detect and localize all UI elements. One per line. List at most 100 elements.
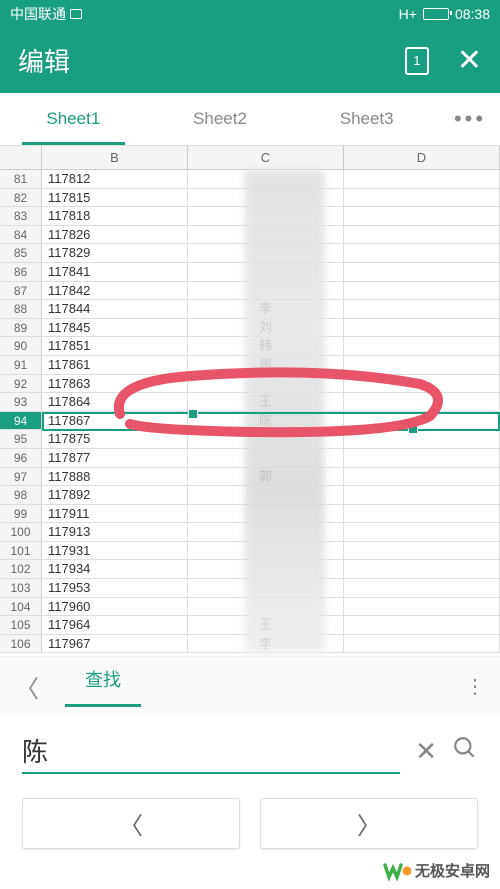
table-row[interactable]: 82117815 bbox=[0, 189, 500, 208]
table-row[interactable]: 90117851韩 bbox=[0, 337, 500, 356]
cell[interactable]: 117815 bbox=[42, 189, 188, 207]
search-icon[interactable] bbox=[452, 735, 478, 768]
table-row[interactable]: 106117967李 bbox=[0, 635, 500, 654]
cell[interactable]: 117845 bbox=[42, 319, 188, 337]
cell[interactable] bbox=[344, 337, 500, 355]
cell[interactable]: 117864 bbox=[42, 393, 188, 411]
row-header[interactable]: 102 bbox=[0, 560, 42, 578]
cell[interactable] bbox=[344, 635, 500, 653]
cell[interactable] bbox=[188, 282, 344, 300]
row-header[interactable]: 101 bbox=[0, 542, 42, 560]
cell[interactable]: 周 bbox=[188, 356, 344, 374]
row-header[interactable]: 94 bbox=[0, 412, 42, 430]
row-header[interactable]: 99 bbox=[0, 505, 42, 523]
cell[interactable]: 117913 bbox=[42, 523, 188, 541]
cell[interactable]: 117967 bbox=[42, 635, 188, 653]
cell[interactable]: 刘 bbox=[188, 319, 344, 337]
cell[interactable] bbox=[344, 486, 500, 504]
table-row[interactable]: 102117934 bbox=[0, 560, 500, 579]
cell[interactable]: 李 bbox=[188, 300, 344, 318]
cell[interactable] bbox=[344, 282, 500, 300]
cell[interactable] bbox=[188, 486, 344, 504]
row-header[interactable]: 83 bbox=[0, 207, 42, 225]
cell[interactable] bbox=[188, 189, 344, 207]
cell[interactable]: 117829 bbox=[42, 244, 188, 262]
cell[interactable]: 117861 bbox=[42, 356, 188, 374]
row-header[interactable]: 104 bbox=[0, 598, 42, 616]
cell[interactable] bbox=[188, 542, 344, 560]
table-row[interactable]: 85117829 bbox=[0, 244, 500, 263]
table-row[interactable]: 105117964王 bbox=[0, 616, 500, 635]
cell[interactable] bbox=[344, 560, 500, 578]
row-header[interactable]: 98 bbox=[0, 486, 42, 504]
cell[interactable] bbox=[188, 207, 344, 225]
search-input[interactable] bbox=[22, 729, 400, 774]
table-row[interactable]: 86117841 bbox=[0, 263, 500, 282]
cell[interactable] bbox=[344, 505, 500, 523]
cell[interactable] bbox=[344, 393, 500, 411]
cell[interactable]: 郭 bbox=[188, 468, 344, 486]
cell[interactable] bbox=[344, 244, 500, 262]
cell[interactable] bbox=[188, 560, 344, 578]
cell[interactable]: 117844 bbox=[42, 300, 188, 318]
row-header[interactable]: 81 bbox=[0, 170, 42, 188]
row-header[interactable]: 82 bbox=[0, 189, 42, 207]
cell[interactable]: 117960 bbox=[42, 598, 188, 616]
cell[interactable] bbox=[344, 263, 500, 281]
row-header[interactable]: 97 bbox=[0, 468, 42, 486]
table-row[interactable]: 91117861周 bbox=[0, 356, 500, 375]
cell[interactable]: 117934 bbox=[42, 560, 188, 578]
row-header[interactable]: 95 bbox=[0, 430, 42, 448]
cell[interactable]: 117888 bbox=[42, 468, 188, 486]
row-header[interactable]: 87 bbox=[0, 282, 42, 300]
row-header[interactable]: 92 bbox=[0, 375, 42, 393]
table-row[interactable]: 94117867陈 bbox=[0, 412, 500, 431]
row-header[interactable]: 105 bbox=[0, 616, 42, 634]
cell[interactable] bbox=[344, 170, 500, 188]
cell[interactable]: 陈 bbox=[188, 412, 344, 430]
cell[interactable]: 117964 bbox=[42, 616, 188, 634]
row-header[interactable]: 106 bbox=[0, 635, 42, 653]
row-header[interactable]: 100 bbox=[0, 523, 42, 541]
row-header[interactable]: 91 bbox=[0, 356, 42, 374]
clear-icon[interactable]: ✕ bbox=[415, 736, 437, 767]
cell[interactable] bbox=[188, 523, 344, 541]
tab-sheet1[interactable]: Sheet1 bbox=[0, 93, 147, 145]
table-row[interactable]: 99117911 bbox=[0, 505, 500, 524]
cell[interactable] bbox=[188, 598, 344, 616]
row-header[interactable]: 103 bbox=[0, 579, 42, 597]
table-row[interactable]: 89117845刘 bbox=[0, 319, 500, 338]
cell[interactable]: 李 bbox=[188, 635, 344, 653]
cell[interactable] bbox=[344, 523, 500, 541]
cell[interactable] bbox=[344, 375, 500, 393]
cell[interactable] bbox=[188, 579, 344, 597]
row-header[interactable]: 86 bbox=[0, 263, 42, 281]
cell[interactable]: 117892 bbox=[42, 486, 188, 504]
cell[interactable]: 117953 bbox=[42, 579, 188, 597]
table-row[interactable]: 84117826 bbox=[0, 226, 500, 245]
table-row[interactable]: 93117864王 bbox=[0, 393, 500, 412]
cell[interactable] bbox=[344, 542, 500, 560]
cell[interactable] bbox=[188, 263, 344, 281]
cell[interactable] bbox=[188, 449, 344, 467]
cell[interactable] bbox=[344, 616, 500, 634]
spreadsheet-grid[interactable]: B C D 8111781282117815831178188411782685… bbox=[0, 146, 500, 656]
cell[interactable] bbox=[344, 430, 500, 448]
cell[interactable]: 117875 bbox=[42, 430, 188, 448]
table-row[interactable]: 87117842 bbox=[0, 282, 500, 301]
table-row[interactable]: 96117877 bbox=[0, 449, 500, 468]
prev-result-button[interactable]: 〈 bbox=[22, 798, 240, 849]
table-row[interactable]: 95117875 bbox=[0, 430, 500, 449]
cell[interactable]: 王 bbox=[188, 616, 344, 634]
cell[interactable] bbox=[188, 375, 344, 393]
find-more-icon[interactable] bbox=[465, 674, 485, 699]
col-header-b[interactable]: B bbox=[42, 146, 188, 169]
table-row[interactable]: 103117953 bbox=[0, 579, 500, 598]
cell[interactable] bbox=[344, 579, 500, 597]
table-row[interactable]: 98117892 bbox=[0, 486, 500, 505]
col-header-d[interactable]: D bbox=[344, 146, 500, 169]
cell[interactable]: 117867 bbox=[42, 412, 188, 430]
next-result-button[interactable]: 〉 bbox=[260, 798, 478, 849]
row-header[interactable]: 89 bbox=[0, 319, 42, 337]
find-tab[interactable]: 查找 bbox=[65, 666, 141, 707]
